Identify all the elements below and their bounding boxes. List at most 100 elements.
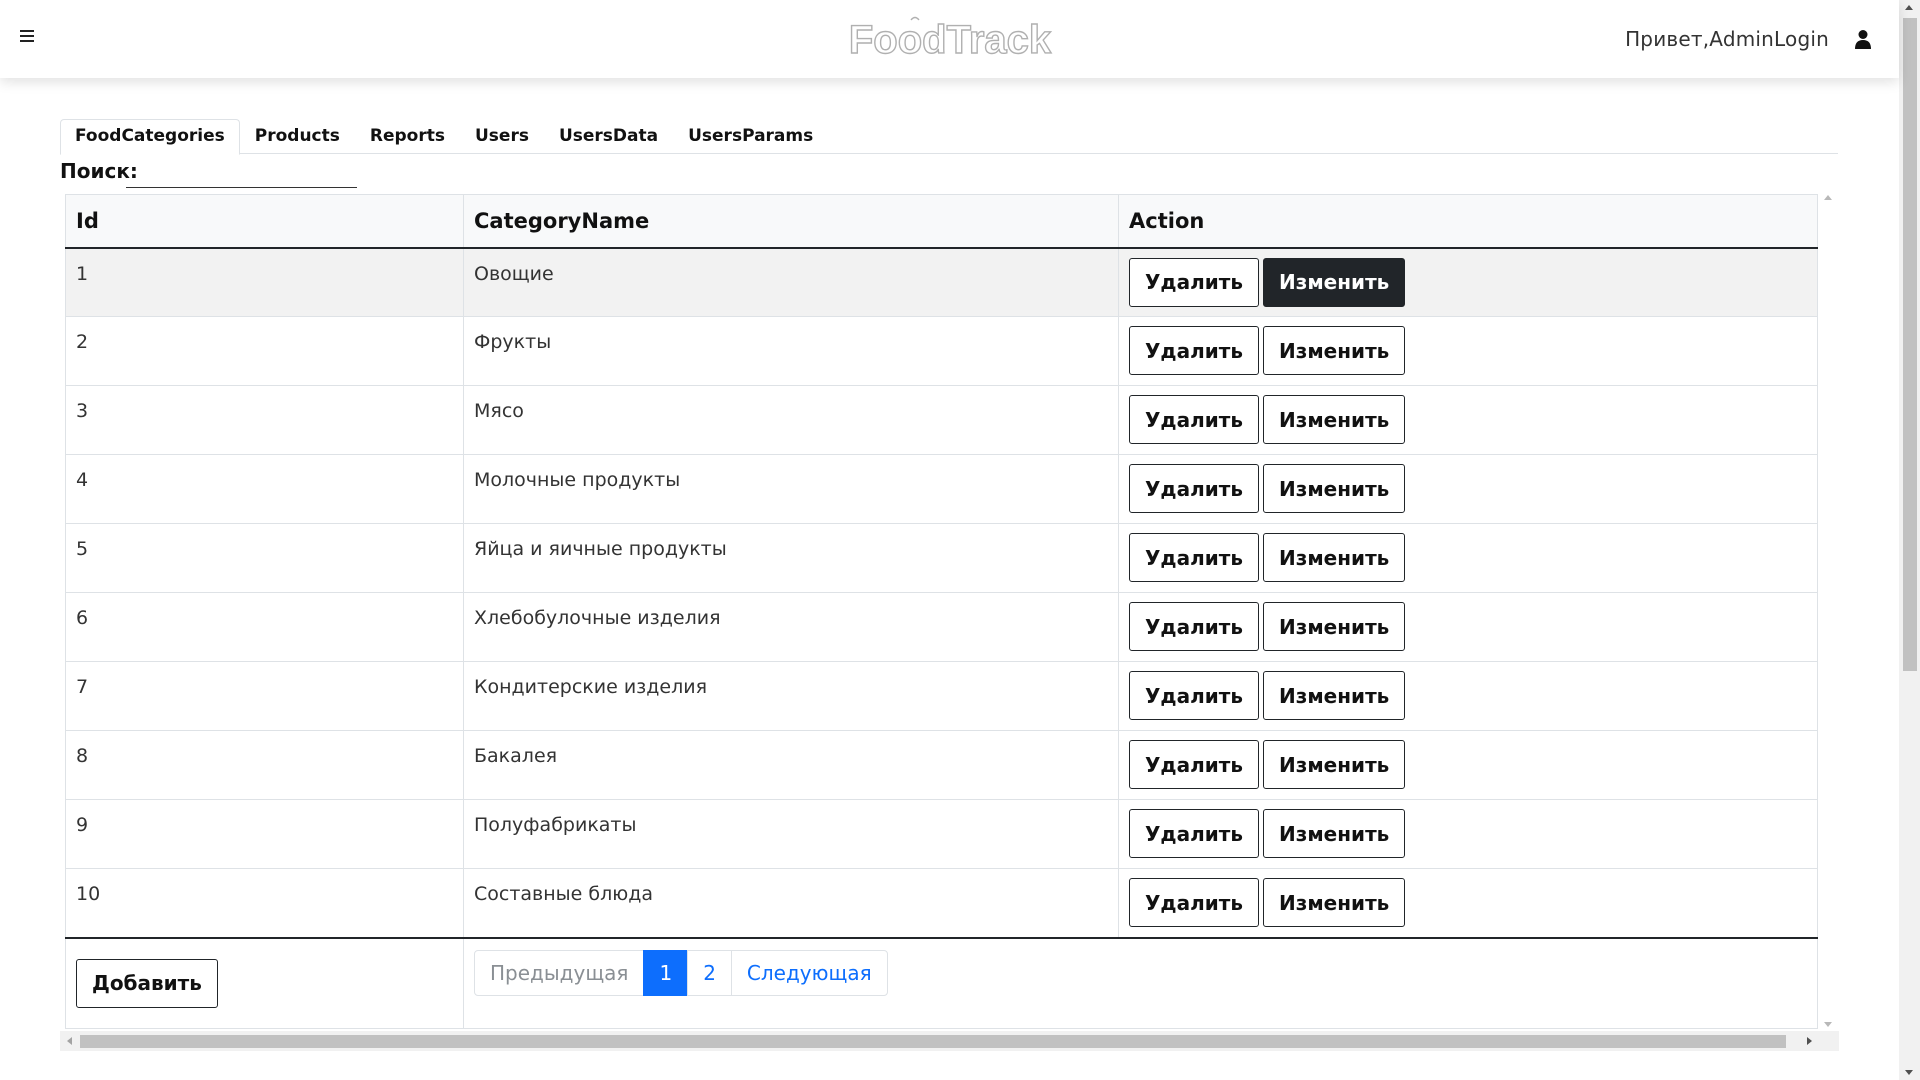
edit-button[interactable]: Изменить (1262, 602, 1406, 651)
delete-button[interactable]: Удалить (1129, 809, 1259, 858)
delete-button[interactable]: Удалить (1129, 257, 1259, 307)
scroll-right-arrow-icon[interactable] (1807, 1037, 1812, 1045)
edit-button[interactable]: Изменить (1262, 671, 1406, 720)
cell-actions: Удалить Изменить (1118, 454, 1818, 524)
tab-usersparams[interactable]: UsersParams (673, 119, 828, 154)
delete-button[interactable]: Удалить (1129, 671, 1259, 720)
horizontal-scroll-thumb[interactable] (80, 1035, 1786, 1048)
column-header-action: Action (1118, 194, 1818, 249)
table-row: 3 Мясо Удалить Изменить (65, 385, 1818, 455)
cell-actions: Удалить Изменить (1118, 592, 1818, 662)
edit-button[interactable]: Изменить (1262, 809, 1406, 858)
cell-id: 8 (65, 730, 464, 800)
scroll-up-arrow-icon[interactable] (1824, 195, 1832, 200)
top-header: FoodTrack Привет,AdminLogin (0, 0, 1899, 78)
cell-id: 1 (65, 247, 464, 317)
delete-button[interactable]: Удалить (1129, 878, 1259, 927)
pagination-page-1[interactable]: 1 (643, 949, 689, 996)
categories-table-container: Id CategoryName Action 1 Овощие Удалить И… (60, 193, 1839, 1051)
tab-usersdata[interactable]: UsersData (544, 119, 673, 154)
table-header-row: Id CategoryName Action (65, 194, 1818, 249)
edit-button[interactable]: Изменить (1262, 740, 1406, 789)
pagination-previous[interactable]: Предыдущая (474, 949, 645, 996)
table-footer-row: Добавить Предыдущая 1 2 Следующая (65, 936, 1818, 1029)
edit-button[interactable]: Изменить (1262, 326, 1406, 375)
pagination-page-2[interactable]: 2 (687, 949, 732, 996)
user-icon[interactable] (1854, 29, 1872, 49)
cell-actions: Удалить Изменить (1118, 661, 1818, 731)
cell-actions: Удалить Изменить (1118, 385, 1818, 455)
table-row: 6 Хлебобулочные изделия Удалить Изменить (65, 592, 1818, 662)
delete-button[interactable]: Удалить (1129, 326, 1259, 375)
page-scroll-thumb[interactable] (1903, 18, 1917, 671)
table-vertical-scrollbar[interactable] (1818, 191, 1839, 1027)
cell-actions: Удалить Изменить (1118, 247, 1818, 317)
table-row: 10 Составные блюда Удалить Изменить (65, 868, 1818, 938)
cell-actions: Удалить Изменить (1118, 730, 1818, 800)
edit-button[interactable]: Изменить (1262, 464, 1406, 513)
cell-id: 2 (65, 316, 464, 386)
edit-button[interactable]: Изменить (1262, 533, 1406, 582)
greeting-text: Привет,AdminLogin (1625, 27, 1829, 51)
delete-button[interactable]: Удалить (1129, 395, 1259, 444)
tab-users[interactable]: Users (460, 119, 544, 154)
cell-category-name: Кондитерские изделия (463, 661, 1119, 731)
cell-actions: Удалить Изменить (1118, 868, 1818, 938)
tab-reports[interactable]: Reports (355, 119, 460, 154)
page-scroll-down-arrow-icon[interactable] (1905, 1070, 1913, 1075)
cell-id: 3 (65, 385, 464, 455)
table-row: 1 Овощие Удалить Изменить (65, 247, 1818, 317)
foodtrack-logo[interactable]: FoodTrack (845, 12, 1055, 64)
column-header-id: Id (65, 194, 464, 249)
table-horizontal-scrollbar[interactable] (60, 1031, 1839, 1051)
delete-button[interactable]: Удалить (1129, 533, 1259, 582)
cell-category-name: Овощие (463, 247, 1119, 317)
cell-id: 7 (65, 661, 464, 731)
logo-text: FoodTrack (849, 18, 1052, 62)
edit-button[interactable]: Изменить (1262, 878, 1406, 927)
pagination: Предыдущая 1 2 Следующая (474, 949, 1807, 996)
cell-id: 6 (65, 592, 464, 662)
delete-button[interactable]: Удалить (1129, 602, 1259, 651)
scroll-down-arrow-icon[interactable] (1824, 1022, 1832, 1027)
cell-id: 9 (65, 799, 464, 869)
table-row: 5 Яйца и яичные продукты Удалить Изменить (65, 523, 1818, 593)
tab-foodcategories[interactable]: FoodCategories (60, 119, 240, 155)
cell-category-name: Мясо (463, 385, 1119, 455)
edit-button[interactable]: Изменить (1262, 257, 1406, 307)
cell-category-name: Полуфабрикаты (463, 799, 1119, 869)
cell-actions: Удалить Изменить (1118, 523, 1818, 593)
cell-category-name: Молочные продукты (463, 454, 1119, 524)
hamburger-menu-icon[interactable] (20, 27, 40, 47)
footer-pagination-cell: Предыдущая 1 2 Следующая (463, 936, 1818, 1029)
categories-table: Id CategoryName Action 1 Овощие Удалить И… (65, 194, 1818, 1029)
table-row: 7 Кондитерские изделия Удалить Изменить (65, 661, 1818, 731)
scroll-left-arrow-icon[interactable] (67, 1037, 72, 1045)
page-vertical-scrollbar[interactable] (1899, 0, 1920, 1080)
table-row: 8 Бакалея Удалить Изменить (65, 730, 1818, 800)
pagination-next[interactable]: Следующая (730, 949, 888, 996)
delete-button[interactable]: Удалить (1129, 464, 1259, 513)
add-button[interactable]: Добавить (76, 958, 218, 1008)
page-scroll-up-arrow-icon[interactable] (1905, 5, 1913, 10)
cell-category-name: Фрукты (463, 316, 1119, 386)
cell-category-name: Составные блюда (463, 868, 1119, 938)
search-input[interactable] (126, 160, 357, 188)
tab-products[interactable]: Products (240, 119, 355, 154)
table-row: 2 Фрукты Удалить Изменить (65, 316, 1818, 386)
cell-id: 10 (65, 868, 464, 938)
column-header-categoryname: CategoryName (463, 194, 1119, 249)
edit-button[interactable]: Изменить (1262, 395, 1406, 444)
table-row: 4 Молочные продукты Удалить Изменить (65, 454, 1818, 524)
cell-actions: Удалить Изменить (1118, 799, 1818, 869)
cell-id: 5 (65, 523, 464, 593)
table-row: 9 Полуфабрикаты Удалить Изменить (65, 799, 1818, 869)
cell-category-name: Бакалея (463, 730, 1119, 800)
delete-button[interactable]: Удалить (1129, 740, 1259, 789)
cell-category-name: Яйца и яичные продукты (463, 523, 1119, 593)
footer-add-cell: Добавить (65, 936, 464, 1029)
admin-tabs: FoodCategories Products Reports Users Us… (60, 119, 1838, 155)
cell-id: 4 (65, 454, 464, 524)
cell-actions: Удалить Изменить (1118, 316, 1818, 386)
cell-category-name: Хлебобулочные изделия (463, 592, 1119, 662)
